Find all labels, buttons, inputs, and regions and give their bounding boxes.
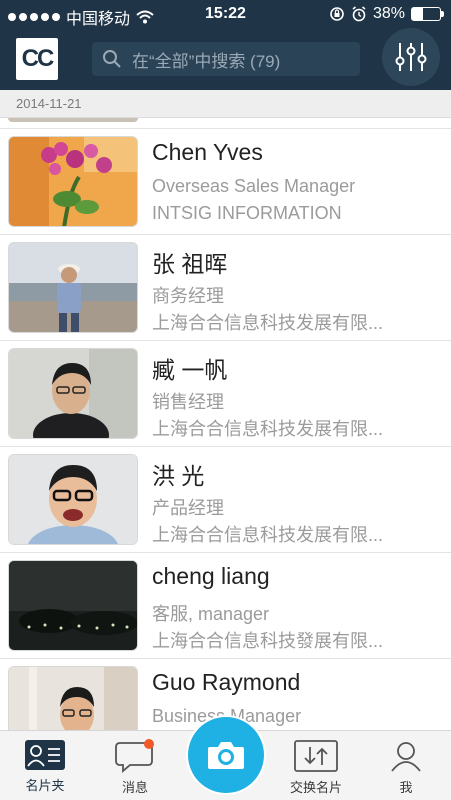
contact-photo xyxy=(8,136,138,227)
contact-company: 上海合合信息科技發展有限... xyxy=(152,631,384,651)
logo-text: CC xyxy=(21,45,55,72)
sliders-icon xyxy=(395,43,427,71)
filter-button[interactable] xyxy=(382,28,440,86)
contact-title: 客服, manager xyxy=(152,604,270,624)
contact-photo xyxy=(8,560,138,651)
contact-card[interactable]: 洪 光 产品经理 上海合合信息科技发展有限... xyxy=(0,447,451,553)
contact-name: 洪 光 xyxy=(152,463,205,489)
tab-label: 名片夹 xyxy=(25,778,65,793)
contact-company: INTSIG INFORMATION xyxy=(152,203,342,223)
contact-company: 上海合合信息科技发展有限... xyxy=(152,525,384,545)
contact-title: 商务经理 xyxy=(152,286,224,306)
battery-icon xyxy=(411,7,444,21)
contact-name: Guo Raymond xyxy=(152,669,301,695)
scan-card-button[interactable] xyxy=(188,717,264,793)
tab-label: 消息 xyxy=(121,780,148,795)
tab-contacts[interactable]: 名片夹 xyxy=(14,731,76,800)
contact-company: 上海合合信息科技发展有限... xyxy=(152,419,384,439)
contact-photo xyxy=(8,454,138,545)
search-input[interactable]: 在“全部”中搜索 (79) xyxy=(92,42,360,76)
contact-name: 张 祖晖 xyxy=(152,251,228,277)
profile-icon xyxy=(391,742,421,772)
tab-label: 交换名片 xyxy=(289,780,342,795)
contact-list[interactable]: Chen Yves Overseas Sales Manager INTSIG … xyxy=(0,118,451,730)
status-bar: 中国移动 15:22 38% xyxy=(0,0,451,30)
contact-title: 产品经理 xyxy=(152,498,224,518)
contacts-icon xyxy=(25,740,65,770)
contact-photo xyxy=(8,242,138,333)
top-bar: 中国移动 15:22 38% CC 在“全部”中搜索 (79) xyxy=(0,0,451,90)
contact-photo xyxy=(8,666,138,730)
contact-title: Overseas Sales Manager xyxy=(152,176,356,196)
camera-icon xyxy=(208,742,244,769)
tab-messages[interactable]: 消息 xyxy=(108,731,162,800)
section-date: 2014-11-21 xyxy=(16,96,82,111)
notification-badge xyxy=(144,739,154,749)
tab-me[interactable]: 我 xyxy=(386,731,426,800)
contact-card[interactable]: cheng liang 客服, manager 上海合合信息科技發展有限... xyxy=(0,553,451,659)
contact-photo xyxy=(8,348,138,439)
contact-name: 臧 一帆 xyxy=(152,357,228,383)
search-placeholder: 在“全部”中搜索 (79) xyxy=(132,51,281,71)
app-logo[interactable]: CC xyxy=(16,38,58,80)
contact-title: 销售经理 xyxy=(152,392,224,412)
battery-percent: 38% xyxy=(372,5,405,22)
alarm-icon xyxy=(352,6,366,22)
rotation-lock-icon xyxy=(330,7,344,21)
contact-name: cheng liang xyxy=(152,563,270,589)
exchange-icon xyxy=(294,740,338,772)
contact-name: Chen Yves xyxy=(152,139,263,165)
contact-card[interactable]: Chen Yves Overseas Sales Manager INTSIG … xyxy=(0,129,451,235)
tab-exchange-card[interactable]: 交换名片 xyxy=(282,731,350,800)
message-icon xyxy=(115,739,154,773)
list-item-partial[interactable] xyxy=(0,118,451,129)
tab-label: 我 xyxy=(399,780,413,795)
contact-card[interactable]: 张 祖晖 商务经理 上海合合信息科技发展有限... xyxy=(0,235,451,341)
search-icon xyxy=(103,50,121,68)
contact-company: 上海合合信息科技发展有限... xyxy=(152,313,384,333)
date-section-header: 2014-11-21 xyxy=(0,90,451,118)
contact-card[interactable]: 臧 一帆 销售经理 上海合合信息科技发展有限... xyxy=(0,341,451,447)
